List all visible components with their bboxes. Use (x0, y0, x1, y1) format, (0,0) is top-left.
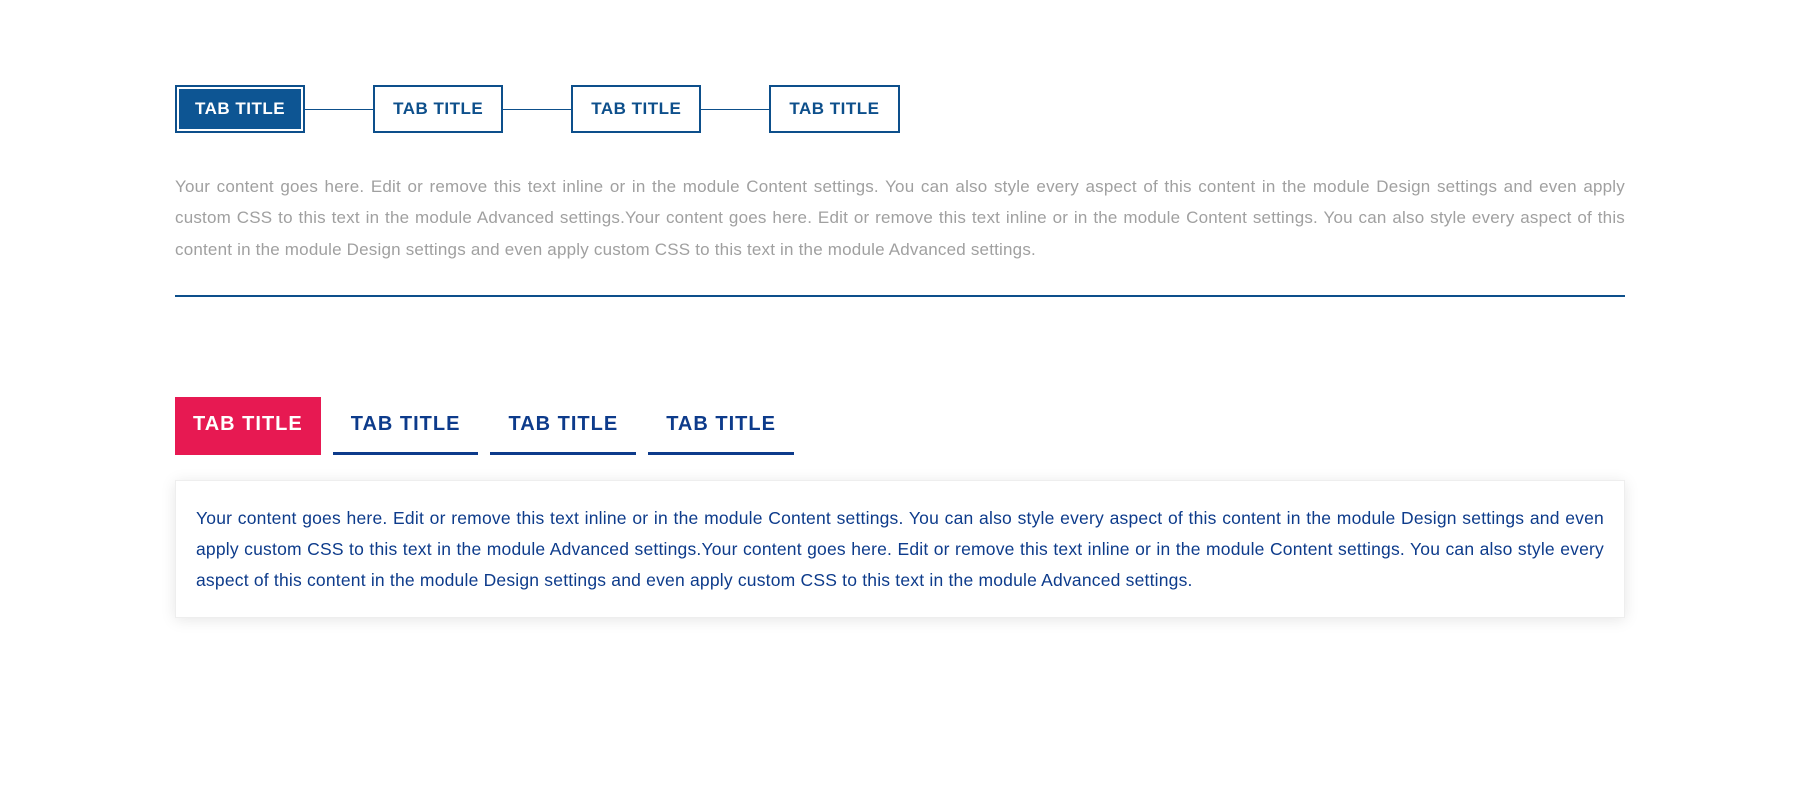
tab-row-flat: TAB TITLE TAB TITLE TAB TITLE TAB TITLE (175, 397, 1625, 455)
tab-row-boxed: TAB TITLE TAB TITLE TAB TITLE TAB TITLE (175, 85, 1625, 133)
section-divider (175, 295, 1625, 297)
tab-flat-4[interactable]: TAB TITLE (648, 397, 794, 455)
tab-flat-1[interactable]: TAB TITLE (175, 397, 321, 455)
tab-content-section1: Your content goes here. Edit or remove t… (175, 171, 1625, 265)
tab-flat-3[interactable]: TAB TITLE (490, 397, 636, 455)
tab-connector-icon (701, 109, 769, 110)
tab-flat-2[interactable]: TAB TITLE (333, 397, 479, 455)
tab-connector-icon (305, 109, 373, 110)
tab-connector-icon (503, 109, 571, 110)
tab-boxed-2[interactable]: TAB TITLE (373, 85, 503, 133)
tab-content-section2: Your content goes here. Edit or remove t… (175, 480, 1625, 618)
tab-boxed-3[interactable]: TAB TITLE (571, 85, 701, 133)
tab-boxed-4[interactable]: TAB TITLE (769, 85, 899, 133)
tab-boxed-1[interactable]: TAB TITLE (175, 85, 305, 133)
